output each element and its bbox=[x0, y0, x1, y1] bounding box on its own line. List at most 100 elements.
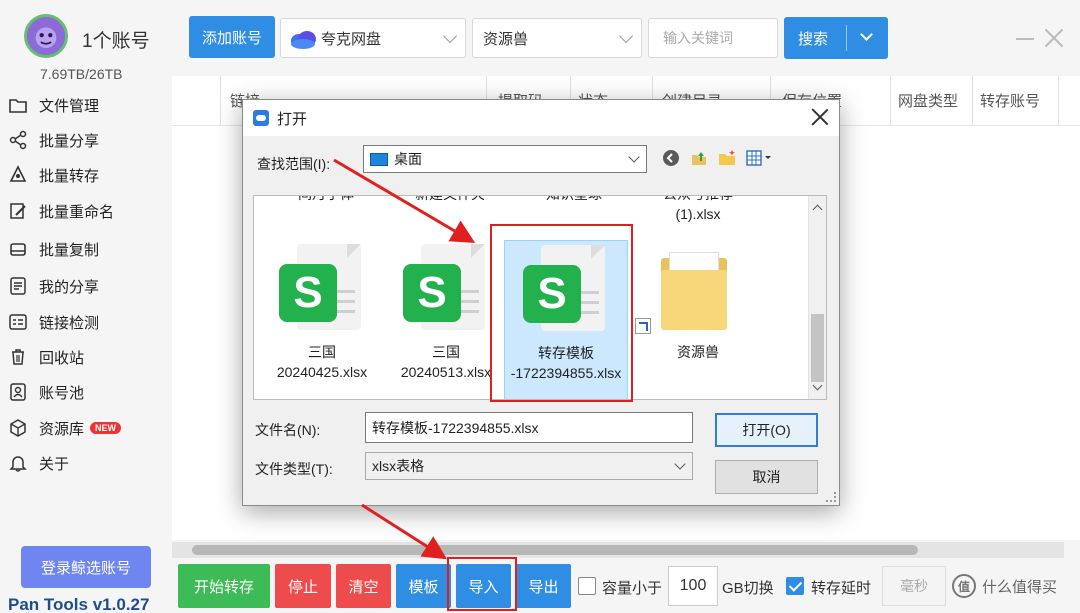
sidebar-item-label: 批量重命名 bbox=[39, 203, 115, 221]
filetype-label: 文件类型(T): bbox=[255, 461, 333, 477]
filetype-select[interactable]: xlsx表格 bbox=[365, 452, 693, 480]
capacity-input[interactable] bbox=[668, 566, 718, 606]
capacity-label: 容量小于 bbox=[602, 580, 663, 597]
box-icon bbox=[8, 418, 28, 438]
file-item[interactable]: 公众号推荐 (1).xlsx bbox=[638, 196, 758, 224]
open-button[interactable]: 打开(O) bbox=[715, 413, 818, 447]
bell-icon bbox=[8, 453, 28, 473]
sidebar-item-label: 关于 bbox=[39, 455, 70, 473]
column-divider bbox=[220, 76, 221, 126]
horizontal-scrollbar[interactable] bbox=[172, 542, 1064, 558]
minimize-button[interactable] bbox=[1016, 38, 1034, 40]
gb-switch-label[interactable]: GB切换 bbox=[722, 577, 774, 598]
filetype-value: xlsx表格 bbox=[372, 458, 425, 474]
source-select[interactable]: 资源兽 bbox=[472, 18, 642, 58]
sidebar-item-file-manage[interactable]: 文件管理 bbox=[8, 90, 168, 120]
account-count: 1个账号 bbox=[82, 31, 150, 52]
sidebar-item-label: 批量转存 bbox=[39, 167, 100, 185]
column-divider bbox=[890, 76, 891, 126]
sidebar-item-label: 资源库 bbox=[39, 420, 85, 438]
file-item[interactable]: 间月子体 bbox=[266, 196, 386, 206]
annotation-box-import bbox=[447, 557, 517, 611]
sidebar-item-label: 回收站 bbox=[39, 349, 85, 367]
vertical-scrollbar[interactable] bbox=[808, 196, 826, 399]
capacity-checkbox[interactable] bbox=[578, 577, 596, 595]
look-in-select[interactable]: 桌面 bbox=[363, 145, 647, 173]
scrollbar-thumb[interactable] bbox=[811, 314, 824, 382]
login-jingxuan-button[interactable]: 登录鲸选账号 bbox=[21, 546, 151, 588]
search-button[interactable]: 搜索 bbox=[784, 17, 888, 59]
file-item[interactable]: 知识星球 bbox=[514, 196, 634, 206]
back-icon[interactable] bbox=[661, 148, 681, 168]
xlsx-file-icon: S bbox=[277, 242, 367, 336]
sidebar-item-account-pool[interactable]: 账号池 bbox=[8, 377, 168, 407]
scroll-down-icon[interactable] bbox=[812, 380, 823, 391]
close-window-button[interactable] bbox=[1044, 28, 1064, 48]
delay-checkbox[interactable] bbox=[786, 577, 804, 595]
up-folder-icon[interactable] bbox=[689, 148, 709, 168]
cloud-app-icon bbox=[253, 110, 269, 126]
close-icon[interactable] bbox=[811, 108, 829, 126]
file-item[interactable]: 新建文件夹 bbox=[390, 196, 510, 206]
scroll-up-icon[interactable] bbox=[812, 204, 823, 215]
view-menu-icon[interactable] bbox=[745, 148, 773, 168]
file-name-line1: 三国 bbox=[432, 344, 460, 360]
look-in-label: 查找范围(I): bbox=[257, 156, 331, 172]
desktop-icon bbox=[370, 153, 388, 166]
sidebar-item-resource-library[interactable]: 资源库 NEW bbox=[8, 413, 168, 443]
file-name-line1: 三国 bbox=[308, 344, 336, 360]
sidebar-item-link-check[interactable]: 链接检测 bbox=[8, 307, 168, 337]
smzdm-logo-icon: 值 bbox=[952, 574, 976, 598]
sidebar-item-batch-copy[interactable]: 批量复制 bbox=[8, 234, 168, 264]
file-item-sanguo-0425[interactable]: S 三国 20240425.xlsx bbox=[262, 242, 382, 382]
clear-button[interactable]: 清空 bbox=[336, 564, 391, 608]
sidebar-item-batch-share[interactable]: 批量分享 bbox=[8, 125, 168, 155]
keyword-input[interactable] bbox=[648, 18, 778, 58]
storage-usage: 7.69TB/26TB bbox=[40, 66, 123, 82]
cloud-drive-select[interactable]: 夸克网盘 bbox=[280, 18, 466, 58]
cancel-button[interactable]: 取消 bbox=[715, 460, 818, 494]
dialog-title: 打开 bbox=[277, 110, 308, 128]
column-transfer-account[interactable]: 转存账号 bbox=[980, 90, 1040, 111]
sidebar-item-batch-rename[interactable]: 批量重命名 bbox=[8, 196, 168, 226]
sidebar-item-batch-transfer[interactable]: 批量转存 bbox=[8, 160, 168, 190]
file-name: 知识星球 bbox=[514, 196, 634, 204]
file-item-sanguo-0513[interactable]: S 三国 20240513.xlsx bbox=[386, 242, 506, 382]
file-name-line2: 20240425.xlsx bbox=[276, 364, 368, 380]
annotation-box-selected-file bbox=[490, 224, 633, 402]
export-button[interactable]: 导出 bbox=[516, 564, 571, 608]
template-button[interactable]: 模板 bbox=[396, 564, 451, 608]
start-transfer-button[interactable]: 开始转存 bbox=[178, 564, 270, 608]
source-value: 资源兽 bbox=[483, 30, 529, 48]
rename-icon bbox=[8, 201, 28, 221]
stop-button[interactable]: 停止 bbox=[275, 564, 331, 608]
quark-cloud-icon bbox=[291, 31, 316, 49]
sidebar-item-recycle-bin[interactable]: 回收站 bbox=[8, 342, 168, 372]
filename-input[interactable] bbox=[365, 412, 693, 443]
filename-label: 文件名(N): bbox=[255, 422, 321, 438]
file-item-resource-folder[interactable]: 资源兽 bbox=[635, 242, 758, 362]
add-account-button[interactable]: 添加账号 bbox=[189, 16, 275, 58]
shortcut-arrow-icon bbox=[635, 318, 651, 334]
sidebar-item-my-share[interactable]: 我的分享 bbox=[8, 271, 168, 301]
sidebar-item-about[interactable]: 关于 bbox=[8, 448, 168, 478]
pan-tools-window: 1个账号 7.69TB/26TB 添加账号 夸克网盘 资源兽 搜索 文件管理 批… bbox=[0, 0, 1080, 613]
chevron-down-icon[interactable] bbox=[860, 28, 873, 41]
link-check-icon bbox=[8, 312, 28, 332]
folder-icon bbox=[635, 242, 743, 336]
new-folder-icon[interactable] bbox=[717, 148, 737, 168]
dialog-titlebar[interactable]: 打开 bbox=[243, 100, 839, 136]
delay-label: 转存延时 bbox=[811, 580, 872, 597]
scrollbar-thumb[interactable] bbox=[192, 545, 918, 555]
column-drive-type[interactable]: 网盘类型 bbox=[898, 90, 958, 111]
delay-ms-input[interactable]: 毫秒 bbox=[882, 566, 946, 606]
sidebar-item-label: 批量分享 bbox=[39, 132, 100, 150]
sidebar-item-label: 批量复制 bbox=[39, 241, 100, 259]
search-label: 搜索 bbox=[798, 30, 829, 48]
sidebar-item-label: 文件管理 bbox=[39, 97, 100, 115]
avatar[interactable] bbox=[24, 14, 68, 58]
transfer-icon bbox=[8, 165, 28, 185]
watermark-text: 什么值得买 bbox=[982, 578, 1058, 596]
chevron-down-icon bbox=[442, 28, 458, 44]
resize-grip[interactable] bbox=[826, 492, 836, 502]
